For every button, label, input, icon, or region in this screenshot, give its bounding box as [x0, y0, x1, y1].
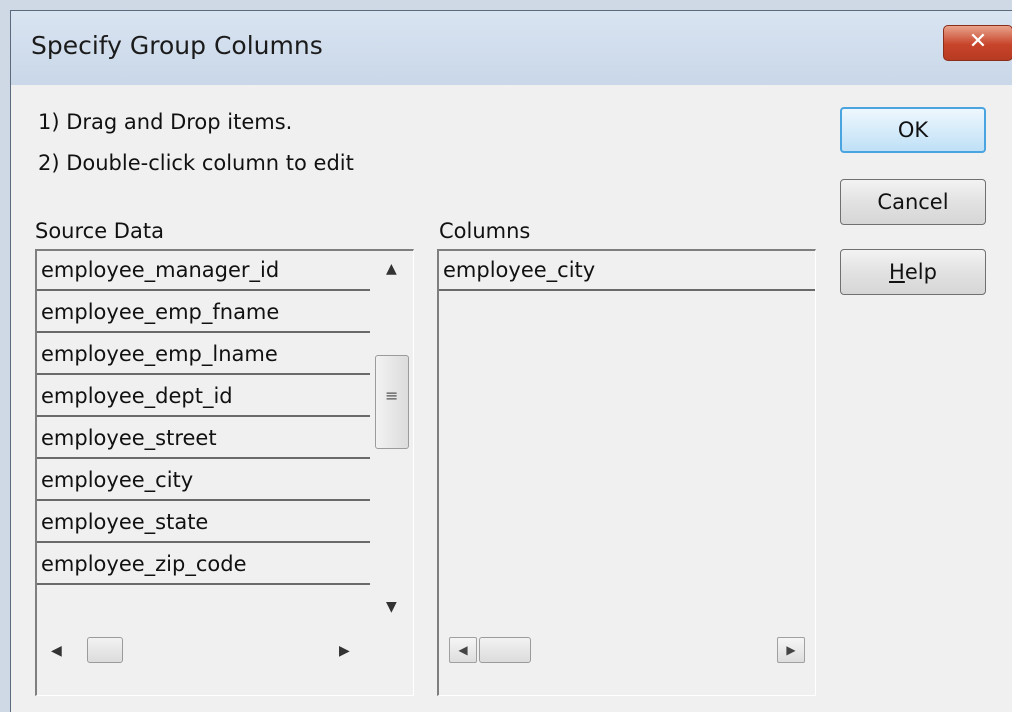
instruction-1: 1) Drag and Drop items.	[38, 110, 293, 134]
horizontal-scroll-thumb[interactable]	[479, 637, 531, 663]
dialog-title: Specify Group Columns	[31, 31, 323, 60]
cancel-button[interactable]: Cancel	[840, 179, 986, 225]
horizontal-scroll-thumb[interactable]	[87, 637, 123, 663]
horizontal-scrollbar[interactable]: ◀ ▶	[439, 629, 815, 669]
up-arrow-icon[interactable]: ▲	[386, 261, 397, 277]
close-button[interactable]: ✕	[943, 25, 1012, 61]
vertical-scrollbar[interactable]: ▲ ≡ ▼	[373, 251, 411, 625]
source-item[interactable]: employee_manager_id	[37, 251, 370, 291]
columns-list[interactable]: employee_city ◀ ▶	[437, 249, 816, 696]
source-data-list[interactable]: employee_manager_id employee_emp_fname e…	[35, 249, 414, 696]
source-item[interactable]: employee_zip_code	[37, 545, 370, 585]
help-label: elp	[904, 260, 937, 284]
columns-label: Columns	[439, 219, 531, 243]
close-icon: ✕	[968, 29, 988, 54]
source-item[interactable]: employee_emp_fname	[37, 293, 370, 333]
horizontal-scrollbar[interactable]: ◀ ▶	[37, 629, 373, 669]
vertical-scroll-thumb[interactable]: ≡	[375, 355, 409, 449]
grip-icon: ≡	[385, 386, 399, 405]
source-item[interactable]: employee_dept_id	[37, 377, 370, 417]
left-arrow-icon[interactable]: ◀	[51, 643, 62, 659]
help-mnemonic: H	[889, 260, 905, 284]
dialog-window: Specify Group Columns ✕ 1) Drag and Drop…	[10, 10, 1012, 712]
column-item[interactable]: employee_city	[439, 251, 815, 291]
down-arrow-icon[interactable]: ▼	[386, 599, 397, 615]
instruction-2: 2) Double-click column to edit	[38, 151, 354, 175]
help-button[interactable]: Help	[840, 249, 986, 295]
right-arrow-icon[interactable]: ▶	[777, 637, 805, 663]
right-arrow-icon[interactable]: ▶	[339, 643, 350, 659]
title-bar[interactable]: Specify Group Columns ✕	[11, 11, 1012, 85]
source-item[interactable]: employee_state	[37, 503, 370, 543]
source-data-label: Source Data	[35, 219, 164, 243]
source-item[interactable]: employee_city	[37, 461, 370, 501]
ok-button[interactable]: OK	[840, 107, 986, 153]
left-arrow-icon[interactable]: ◀	[449, 637, 477, 663]
source-item[interactable]: employee_street	[37, 419, 370, 459]
source-item[interactable]: employee_emp_lname	[37, 335, 370, 375]
